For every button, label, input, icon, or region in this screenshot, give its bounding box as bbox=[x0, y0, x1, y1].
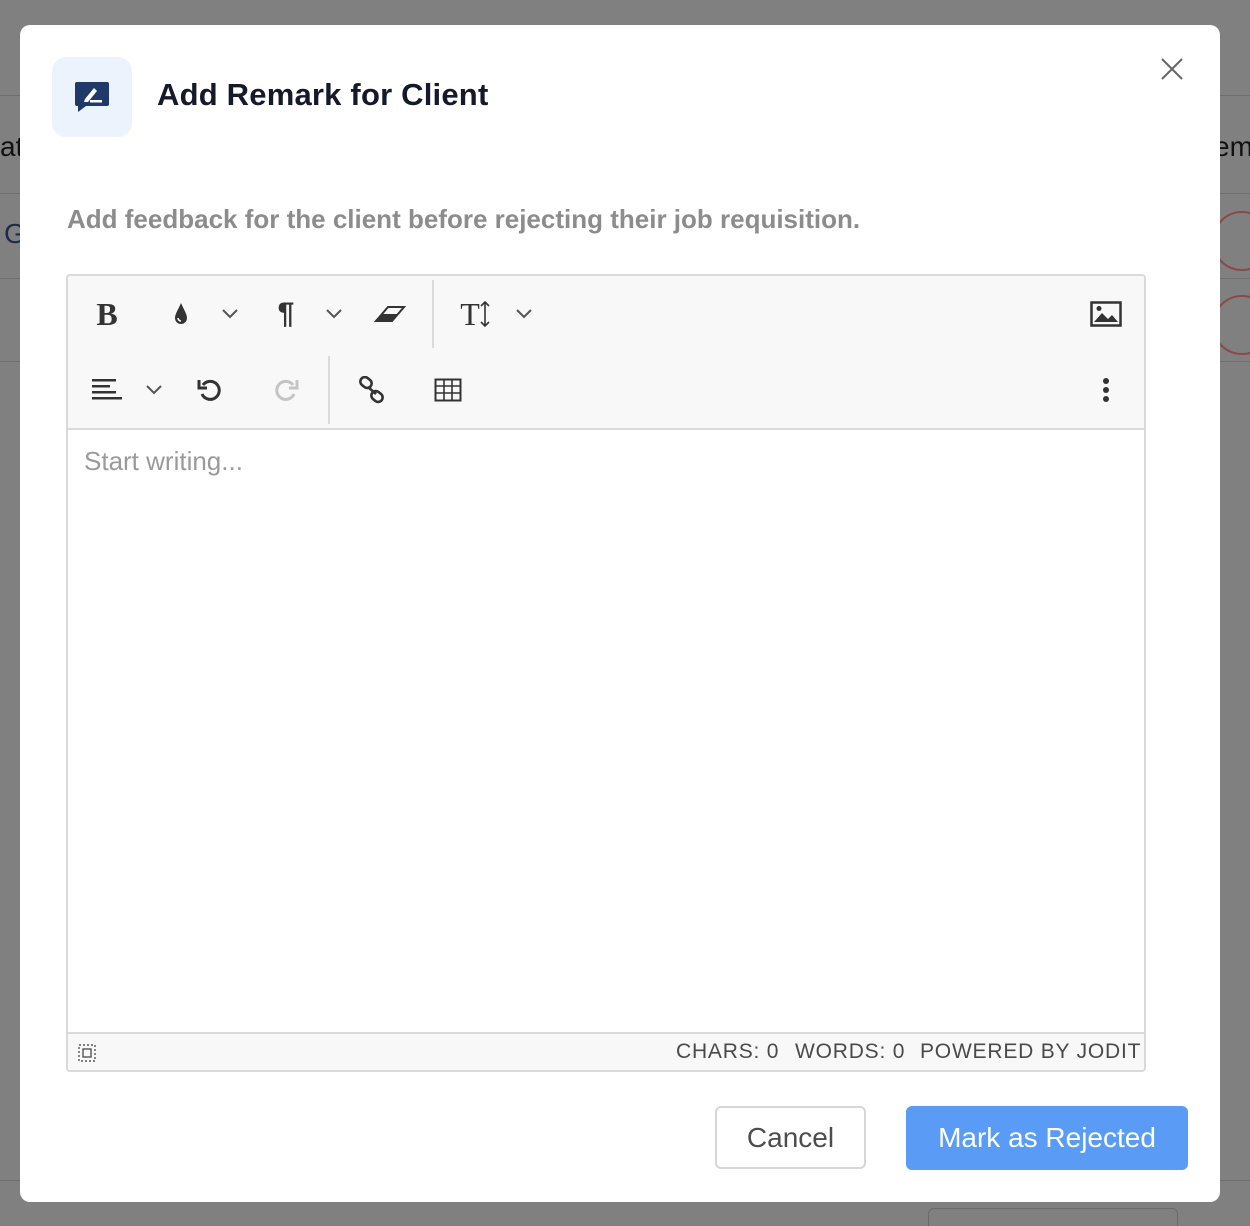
more-vertical-icon bbox=[1103, 378, 1109, 402]
editor-placeholder: Start writing... bbox=[84, 446, 243, 476]
font-size-button[interactable]: T bbox=[454, 276, 496, 352]
editor-status-bar: CHARS: 0 WORDS: 0 POWERED BY JODIT bbox=[68, 1032, 1144, 1070]
text-color-icon bbox=[175, 303, 187, 324]
insert-link-button[interactable] bbox=[354, 352, 390, 428]
eraser-icon bbox=[374, 306, 406, 322]
insert-table-button[interactable] bbox=[430, 352, 466, 428]
image-icon bbox=[1090, 301, 1122, 327]
font-size-icon: T bbox=[460, 296, 490, 333]
more-options-button[interactable] bbox=[1092, 352, 1120, 428]
redo-icon bbox=[275, 379, 299, 401]
word-count: WORDS: 0 bbox=[795, 1040, 906, 1063]
paragraph-button[interactable]: ¶ bbox=[268, 276, 304, 352]
close-button[interactable] bbox=[1156, 53, 1188, 85]
paragraph-dropdown[interactable] bbox=[320, 276, 348, 352]
text-color-button[interactable] bbox=[164, 276, 198, 352]
modal-description: Add feedback for the client before rejec… bbox=[67, 204, 861, 234]
chevron-down-icon bbox=[326, 309, 342, 319]
bg-button bbox=[928, 1208, 1178, 1226]
bold-button[interactable]: B bbox=[86, 276, 128, 352]
align-dropdown[interactable] bbox=[140, 352, 168, 428]
powered-by-link[interactable]: POWERED BY JODIT bbox=[920, 1040, 1141, 1064]
undo-button[interactable] bbox=[192, 352, 228, 428]
editor-toolbar-row-1: B ¶ T bbox=[68, 276, 1144, 354]
insert-image-button[interactable] bbox=[1086, 276, 1126, 352]
editor-toolbar-row-2 bbox=[68, 352, 1144, 430]
chevron-down-icon bbox=[516, 309, 532, 319]
editor-content-area[interactable]: Start writing... bbox=[68, 430, 1144, 1032]
select-all-icon[interactable] bbox=[78, 1044, 96, 1062]
align-button[interactable] bbox=[88, 352, 126, 428]
text-color-dropdown[interactable] bbox=[216, 276, 244, 352]
link-icon bbox=[359, 376, 384, 404]
toolbar-separator bbox=[432, 280, 434, 348]
table-icon bbox=[434, 378, 462, 402]
toolbar-separator bbox=[328, 356, 330, 424]
rich-text-editor: B ¶ T Start writing... CHARS: 0 WORDS: 0… bbox=[66, 274, 1146, 1072]
bold-icon: B bbox=[96, 295, 118, 332]
paragraph-icon: ¶ bbox=[277, 297, 295, 330]
edit-comment-icon bbox=[75, 82, 109, 112]
align-left-icon bbox=[92, 379, 122, 400]
add-remark-modal: Add Remark for Client Add feedback for t… bbox=[20, 25, 1220, 1202]
char-count: CHARS: 0 bbox=[676, 1040, 780, 1063]
mark-as-rejected-button[interactable]: Mark as Rejected bbox=[906, 1106, 1188, 1170]
redo-button[interactable] bbox=[268, 352, 304, 428]
modal-icon-container bbox=[52, 57, 132, 137]
font-size-dropdown[interactable] bbox=[510, 276, 538, 352]
eraser-button[interactable] bbox=[370, 276, 410, 352]
modal-title: Add Remark for Client bbox=[157, 77, 489, 112]
chevron-down-icon bbox=[146, 385, 162, 395]
undo-icon bbox=[197, 379, 221, 401]
chevron-down-icon bbox=[222, 309, 238, 319]
cancel-button[interactable]: Cancel bbox=[715, 1106, 866, 1169]
close-icon bbox=[1161, 58, 1183, 80]
